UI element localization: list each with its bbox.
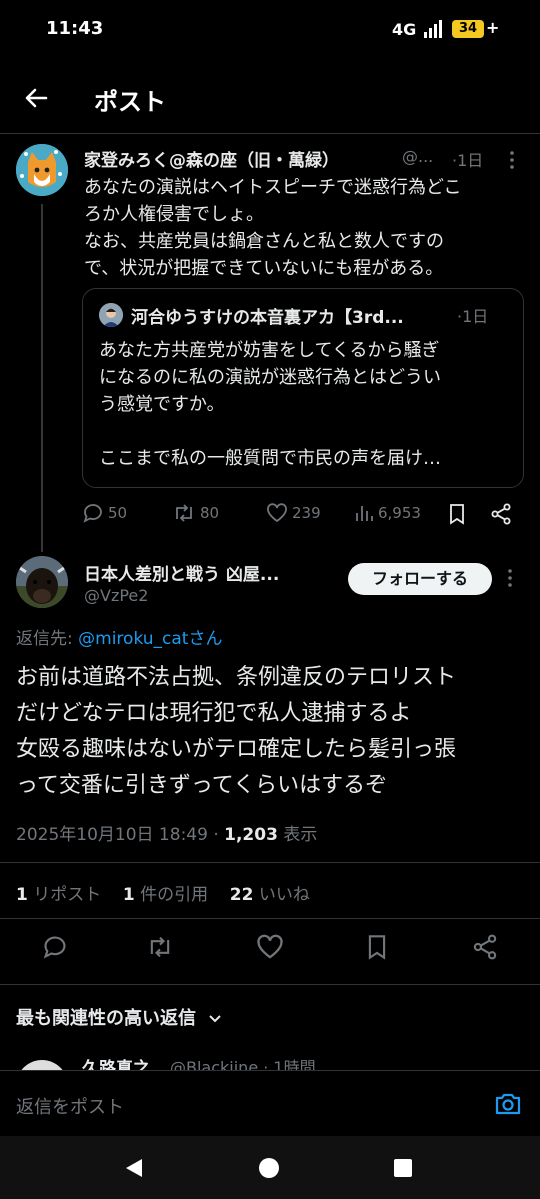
- reply-icon: [83, 504, 102, 523]
- avatar[interactable]: [16, 144, 68, 196]
- share-icon[interactable]: [472, 934, 498, 960]
- author-name[interactable]: 家登みろく@森の座（旧・萬緑）: [84, 146, 339, 171]
- share-icon[interactable]: [490, 503, 512, 525]
- status-time: 11:43: [46, 18, 104, 39]
- post-text-line: お前は道路不法占拠、条例違反のテロリスト: [16, 665, 457, 690]
- next-reply-author: 久路真之: [82, 1059, 150, 1070]
- views-icon: [356, 506, 373, 521]
- signal-icon: [424, 20, 442, 38]
- back-arrow-icon[interactable]: [22, 84, 50, 112]
- post-text: あなたの演説はヘイトスピーチで迷惑行為どこ ろか人権侵害でしょ。 なお、共産党員…: [84, 174, 524, 282]
- quoted-post[interactable]: 河合ゆうすけの本音裏アカ【3rd... ·1日 あなた方共産党が妨害をしてくるか…: [82, 288, 524, 488]
- views-count: 6,953: [378, 504, 421, 522]
- charging-indicator: +: [486, 18, 500, 37]
- quote-text-line: [99, 418, 509, 445]
- author-handle[interactable]: @...: [402, 147, 433, 166]
- reply-to-prefix: 返信先:: [16, 629, 79, 649]
- reply-composer[interactable]: 返信をポスト: [0, 1070, 540, 1137]
- views-action[interactable]: 6,953: [354, 503, 421, 523]
- next-reply-preview[interactable]: 久路真之 @Blackjine · 1時間: [16, 1054, 526, 1070]
- nav-recents-icon[interactable]: [394, 1159, 412, 1177]
- repost-count: 80: [200, 504, 220, 522]
- more-options-icon[interactable]: [506, 568, 514, 588]
- post-time: ·1日: [452, 151, 484, 170]
- quotes-stat[interactable]: 1 件の引用: [123, 885, 208, 905]
- post-meta: 2025年10月10日 18:49 · 1,203 表示: [16, 820, 317, 845]
- reposts-stat[interactable]: 1 リポスト: [16, 885, 101, 905]
- system-nav-bar: [0, 1136, 540, 1199]
- post-text-line: だけどなテロは現行犯で私人逮捕するよ: [16, 701, 412, 726]
- follow-button[interactable]: フォローする: [348, 563, 492, 595]
- quote-time: ·1日: [457, 307, 489, 326]
- quotes-count: 1: [122, 885, 135, 905]
- post-text-line: ろか人権侵害でしょ。: [84, 204, 264, 225]
- divider: [0, 918, 540, 919]
- nav-home-icon[interactable]: [258, 1157, 280, 1179]
- post-text-line: で、状況が把握できていないにも程がある。: [84, 258, 444, 279]
- reposts-label: リポスト: [27, 885, 102, 905]
- replies-sort-dropdown[interactable]: 最も関連性の高い返信: [16, 1004, 222, 1030]
- quote-text-line: になるのに私の演説が迷惑行為とはどうい: [99, 367, 441, 388]
- reply-input[interactable]: 返信をポスト: [16, 1093, 124, 1119]
- post-timestamp: 2025年10月10日 18:49 ·: [16, 825, 225, 845]
- post-stats: 1 リポスト 1 件の引用 22 いいね: [16, 880, 310, 905]
- bookmark-icon[interactable]: [366, 934, 388, 960]
- battery-icon: 34: [452, 20, 484, 38]
- camera-icon[interactable]: [494, 1091, 522, 1117]
- reply-action[interactable]: 50: [82, 503, 127, 523]
- quote-text-line: あなた方共産党が妨害をしてくるから騒ぎ: [99, 340, 440, 361]
- repost-icon[interactable]: [146, 934, 174, 960]
- avatar[interactable]: [16, 556, 68, 608]
- more-options-icon[interactable]: [508, 150, 516, 170]
- like-action[interactable]: 239: [266, 503, 321, 523]
- thread-line: [41, 204, 43, 552]
- quote-text: あなた方共産党が妨害をしてくるから騒ぎ になるのに私の演説が迷惑行為とはどうい …: [99, 337, 509, 472]
- likes-count: 22: [229, 885, 254, 905]
- avatar: [16, 1060, 68, 1070]
- post-text-line: あなたの演説はヘイトスピーチで迷惑行為どこ: [84, 177, 462, 198]
- network-type: 4G: [392, 20, 417, 39]
- quote-author-name: 河合ゆうすけの本音裏アカ【3rd...: [131, 308, 404, 328]
- nav-back-icon[interactable]: [124, 1158, 144, 1178]
- quotes-label: 件の引用: [134, 885, 209, 905]
- reply-count: 50: [108, 504, 128, 522]
- divider: [0, 984, 540, 985]
- quote-avatar: [99, 303, 123, 327]
- bookmark-icon[interactable]: [448, 503, 466, 525]
- heart-icon[interactable]: [256, 934, 284, 960]
- likes-stat[interactable]: 22 いいね: [230, 885, 310, 905]
- quote-text-line: う感覚ですか。: [99, 394, 225, 415]
- reply-to: 返信先: @miroku_catさん: [16, 624, 222, 649]
- reposts-count: 1: [16, 885, 28, 905]
- post-view-count: 1,203: [224, 825, 278, 845]
- next-reply-handle: @Blackjine · 1時間: [170, 1058, 316, 1070]
- post-text-line: なお、共産党員は鍋倉さんと私と数人ですの: [84, 231, 444, 252]
- author-name[interactable]: 日本人差別と戦う 凶屋...: [84, 560, 279, 585]
- likes-label: いいね: [253, 885, 310, 905]
- like-count: 239: [292, 504, 321, 522]
- divider: [0, 862, 540, 863]
- post-text: お前は道路不法占拠、条例違反のテロリスト だけどなテロは現行犯で私人逮捕するよ …: [16, 660, 526, 804]
- repost-action[interactable]: 80: [172, 503, 219, 523]
- post-text-line: 女殴る趣味はないがテロ確定したら髪引っ張: [16, 737, 457, 762]
- repost-icon: [176, 504, 192, 522]
- status-bar: 11:43 4G 34 +: [0, 0, 540, 62]
- page-title: ポスト: [94, 88, 166, 116]
- author-handle[interactable]: @VzPe2: [84, 586, 148, 605]
- header-divider: [0, 133, 540, 134]
- post-actions-bar: [0, 934, 540, 970]
- post-actions: 50 80 239 6,953: [82, 503, 522, 529]
- chevron-down-icon: [209, 1015, 221, 1023]
- post-view-label: 表示: [277, 825, 318, 845]
- quote-text-line: ここまで私の一般質問で市民の声を届け…: [99, 448, 441, 469]
- reply-icon[interactable]: [42, 934, 68, 960]
- reply-to-user-link[interactable]: @miroku_catさん: [78, 629, 222, 649]
- heart-icon: [267, 503, 287, 523]
- replies-sort-label: 最も関連性の高い返信: [16, 1008, 196, 1029]
- post-text-line: って交番に引きずってくらいはするぞ: [16, 773, 388, 798]
